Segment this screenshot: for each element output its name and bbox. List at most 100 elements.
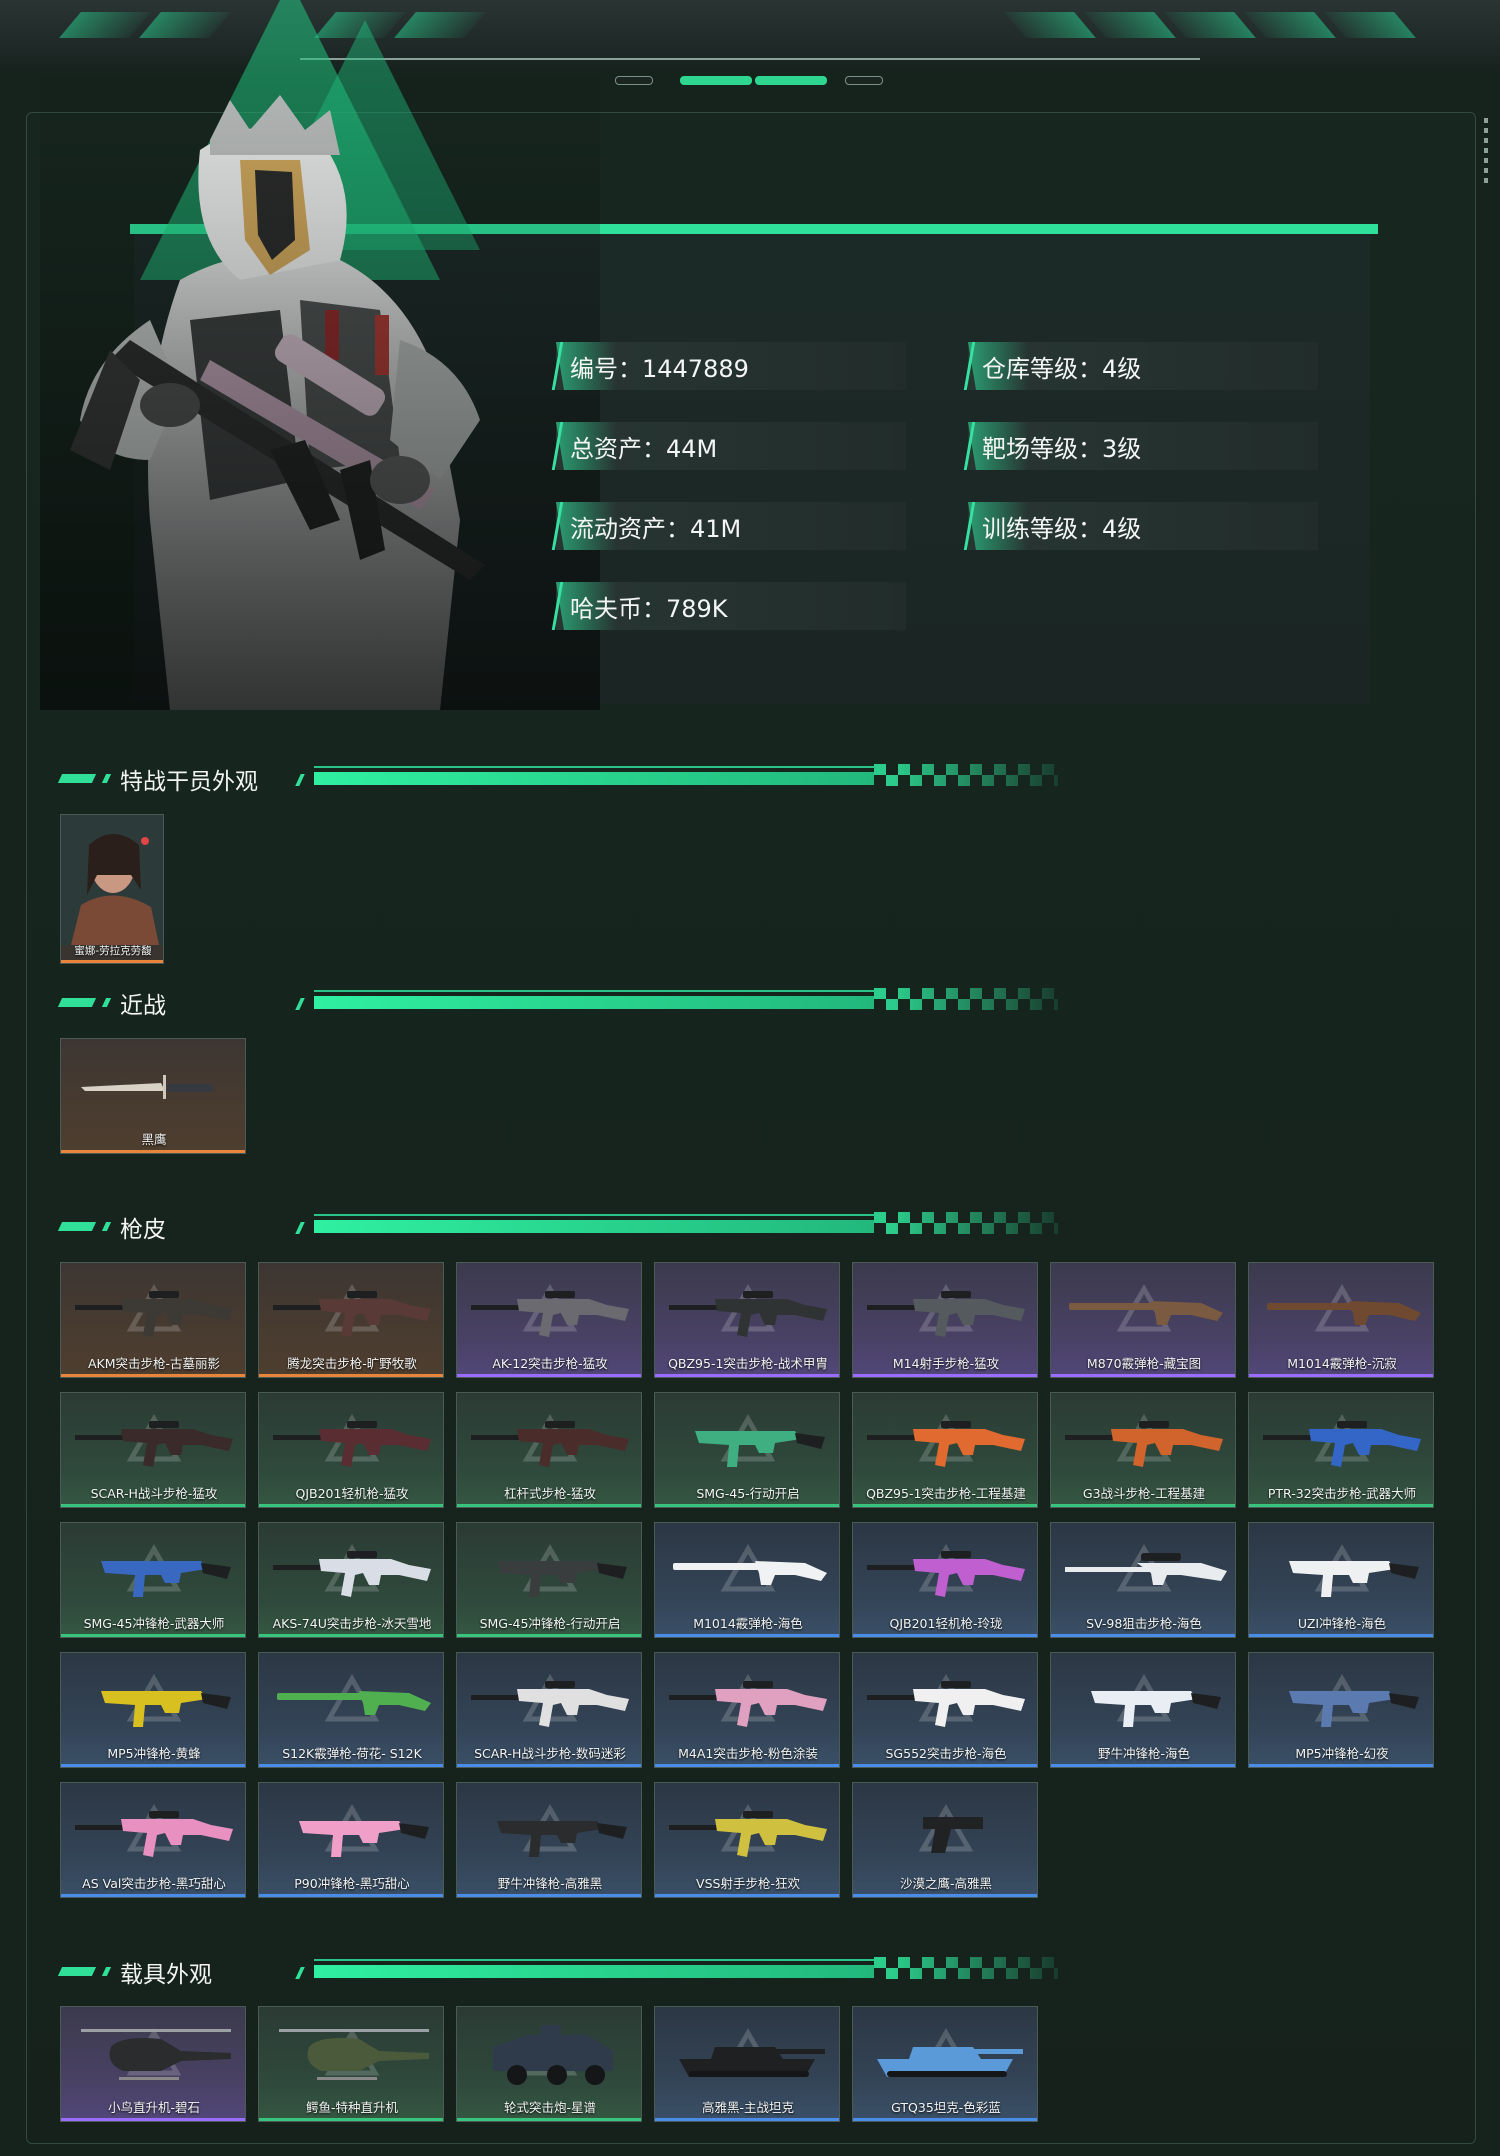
info-range-level: 靶场等级：3级 [963, 422, 1318, 470]
gun-skin-card[interactable]: M1014霰弹枪-沉寂 [1248, 1262, 1434, 1378]
quality-line [457, 2118, 641, 2121]
scroll-grip[interactable] [1484, 118, 1488, 186]
vehicle-skin-label: 高雅黑-主战坦克 [701, 2100, 794, 2115]
quality-line [259, 1374, 443, 1377]
vehicle-skin-card[interactable]: 小鸟直升机-碧石 [60, 2006, 246, 2122]
decor-stripe [1084, 12, 1176, 38]
gun-skin-card[interactable]: AK-12突击步枪-猛攻 [456, 1262, 642, 1378]
quality-line [1051, 1634, 1235, 1637]
gun-skin-card[interactable]: 野牛冲锋枪-海色 [1050, 1652, 1236, 1768]
vehicle-skin-label: 轮式突击炮-星谱 [503, 2100, 596, 2115]
gun-skin-card[interactable]: PTR-32突击步枪-武器大师 [1248, 1392, 1434, 1508]
gun-skin-label: M1014霰弹枪-沉寂 [1287, 1356, 1397, 1371]
gun-skin-label: MP5冲锋枪-黄蜂 [107, 1746, 201, 1761]
gun-skin-card[interactable]: S12K霰弹枪-荷花- S12K [258, 1652, 444, 1768]
gun-skin-card[interactable]: AS Val突击步枪-黑巧甜心 [60, 1782, 246, 1898]
gun-skin-label: QJB201轻机枪-猛攻 [295, 1486, 409, 1501]
gun-skin-card[interactable]: QBZ95-1突击步枪-战术甲胄 [654, 1262, 840, 1378]
gun-skin-card[interactable]: M4A1突击步枪-粉色涂装 [654, 1652, 840, 1768]
rifle-icon [75, 1803, 233, 1857]
gun-skin-label: 腾龙突击步枪-旷野牧歌 [287, 1356, 417, 1371]
gun-skin-card[interactable]: 杠杆式步枪-猛攻 [456, 1392, 642, 1508]
gun-skin-card[interactable]: SCAR-H战斗步枪-猛攻 [60, 1392, 246, 1508]
gun-skin-card[interactable]: AKS-74U突击步枪-冰天雪地 [258, 1522, 444, 1638]
quality-line [1051, 1764, 1235, 1767]
operator-label: 蜜娜-劳拉克劳馥 [74, 945, 152, 957]
operator-avatar [61, 815, 163, 945]
smg-icon [497, 1543, 627, 1597]
gun-skin-card[interactable]: QBZ95-1突击步枪-工程基建 [852, 1392, 1038, 1508]
gun-skin-card[interactable]: SG552突击步枪-海色 [852, 1652, 1038, 1768]
quality-line [61, 1150, 245, 1153]
rifle-icon [471, 1283, 629, 1337]
info-total-assets-text: 总资产：44M [570, 434, 718, 463]
quality-line [457, 1634, 641, 1637]
rifle-icon [867, 1283, 1025, 1337]
gun-skin-card[interactable]: SCAR-H战斗步枪-数码迷彩 [456, 1652, 642, 1768]
operator-card[interactable]: 蜜娜-劳拉克劳馥 [60, 814, 164, 964]
top-indicator [845, 76, 883, 85]
gun-skin-card[interactable]: SMG-45-行动开启 [654, 1392, 840, 1508]
vehicle-skin-card[interactable]: 高雅黑-主战坦克 [654, 2006, 840, 2122]
rifle-icon [669, 1283, 827, 1337]
header-bar [314, 1965, 874, 1978]
header-bar [314, 996, 874, 1009]
decor-stripe [1324, 12, 1416, 38]
quality-line [853, 1374, 1037, 1377]
quality-line [1249, 1374, 1433, 1377]
vehicle-skin-card[interactable]: 鳄鱼-特种直升机 [258, 2006, 444, 2122]
gun-skin-card[interactable]: 沙漠之鹰-高雅黑 [852, 1782, 1038, 1898]
gun-skin-card[interactable]: G3战斗步枪-工程基建 [1050, 1392, 1236, 1508]
gun-skin-card[interactable]: 腾龙突击步枪-旷野牧歌 [258, 1262, 444, 1378]
shotgun-icon [1069, 1283, 1223, 1332]
tank-icon [877, 2027, 1023, 2077]
melee-card[interactable]: 黑鹰 [60, 1038, 246, 1154]
gun-skin-card[interactable]: UZI冲锋枪-海色 [1248, 1522, 1434, 1638]
vehicle-skin-card[interactable]: GTQ35坦克-色彩蓝 [852, 2006, 1038, 2122]
quality-line [853, 1504, 1037, 1507]
operator-portrait [40, 60, 600, 710]
top-indicator-active [755, 76, 827, 85]
gun-skin-card[interactable]: 野牛冲锋枪-高雅黑 [456, 1782, 642, 1898]
gun-skin-card[interactable]: MP5冲锋枪-幻夜 [1248, 1652, 1434, 1768]
gun-skin-label: G3战斗步枪-工程基建 [1082, 1486, 1206, 1501]
header-line [314, 766, 874, 768]
gun-skin-label: MP5冲锋枪-幻夜 [1295, 1746, 1389, 1761]
quality-line [457, 1894, 641, 1897]
gun-skin-label: AKS-74U突击步枪-冰天雪地 [272, 1616, 432, 1631]
header-marker [57, 998, 97, 1007]
quality-line [1051, 1504, 1235, 1507]
gun-skin-card[interactable]: M870霰弹枪-藏宝图 [1050, 1262, 1236, 1378]
gun-skin-card[interactable]: QJB201轻机枪-猛攻 [258, 1392, 444, 1508]
rifle-icon [867, 1673, 1025, 1727]
gun-skin-card[interactable]: M1014霰弹枪-海色 [654, 1522, 840, 1638]
quality-line [61, 1374, 245, 1377]
smg-icon [101, 1673, 231, 1727]
gun-skin-card[interactable]: P90冲锋枪-黑巧甜心 [258, 1782, 444, 1898]
header-checker [874, 1212, 1058, 1234]
gun-skin-label: S12K霰弹枪-荷花- S12K [282, 1746, 422, 1761]
rifle-icon [669, 1673, 827, 1727]
header-checker [874, 988, 1058, 1010]
gun-skin-card[interactable]: SV-98狙击步枪-海色 [1050, 1522, 1236, 1638]
gun-skin-label: AS Val突击步枪-黑巧甜心 [82, 1876, 226, 1891]
gun-skin-card[interactable]: MP5冲锋枪-黄蜂 [60, 1652, 246, 1768]
gun-skin-label: SV-98狙击步枪-海色 [1086, 1616, 1202, 1631]
gun-skin-card[interactable]: VSS射手步枪-狂欢 [654, 1782, 840, 1898]
gun-skin-card[interactable]: SMG-45冲锋枪-行动开启 [456, 1522, 642, 1638]
gun-skin-label: VSS射手步枪-狂欢 [696, 1876, 800, 1891]
quality-line [1249, 1504, 1433, 1507]
gun-skin-card[interactable]: M14射手步枪-猛攻 [852, 1262, 1038, 1378]
section-title: 近战 [120, 993, 166, 1019]
helicopter-icon [81, 2027, 231, 2080]
vehicle-skin-card[interactable]: 轮式突击炮-星谱 [456, 2006, 642, 2122]
quality-line [1249, 1764, 1433, 1767]
section-header-vehicles: 载具外观 [57, 1951, 1060, 1991]
gun-skin-card[interactable]: QJB201轻机枪-玲珑 [852, 1522, 1038, 1638]
gun-skin-label: UZI冲锋枪-海色 [1297, 1616, 1387, 1631]
vehicle-skin-label: 鳄鱼-特种直升机 [305, 2100, 398, 2115]
gun-skin-card[interactable]: SMG-45冲锋枪-武器大师 [60, 1522, 246, 1638]
header-bar [314, 772, 874, 785]
header-marker [295, 1967, 305, 1979]
gun-skin-card[interactable]: AKM突击步枪-古墓丽影 [60, 1262, 246, 1378]
